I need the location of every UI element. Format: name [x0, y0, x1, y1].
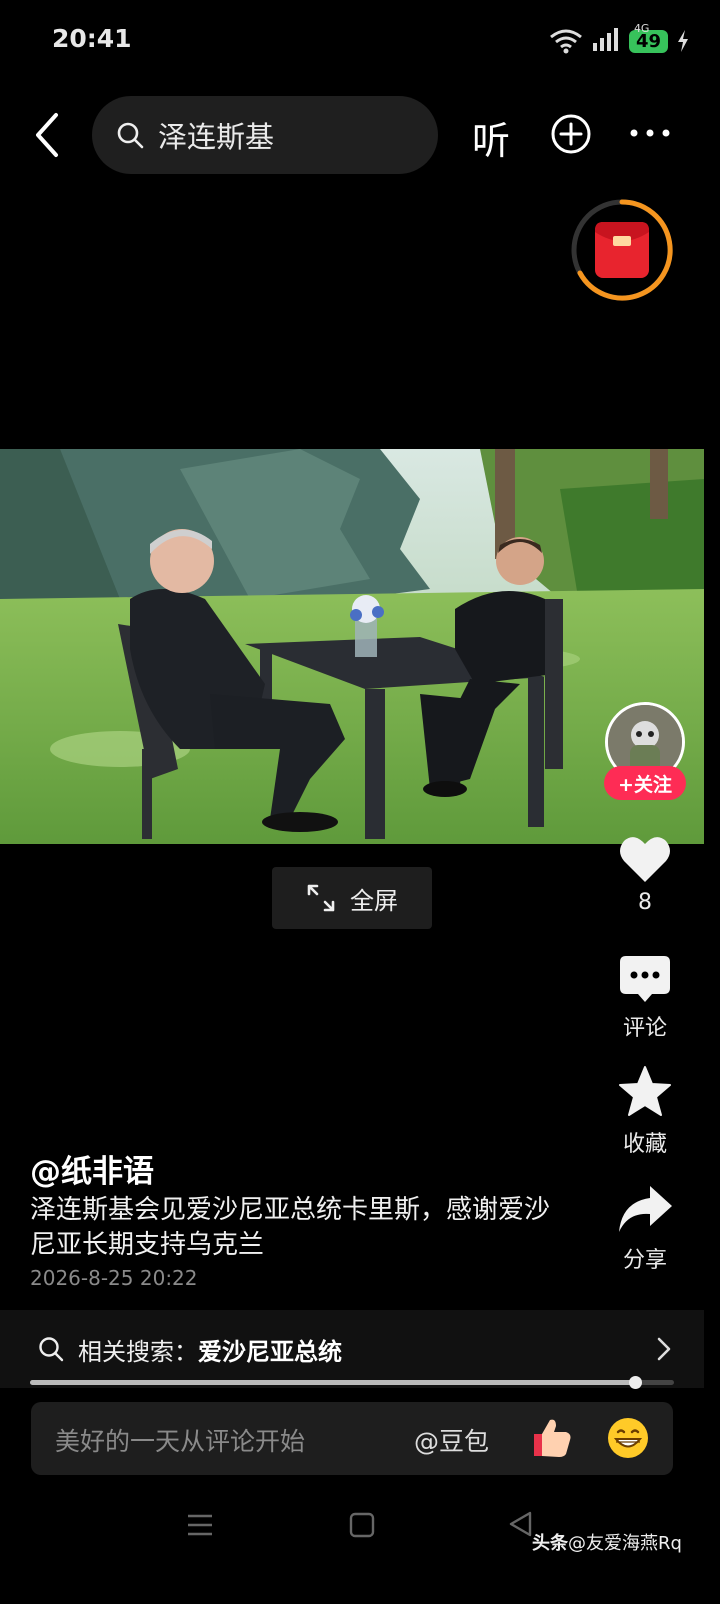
- like-button[interactable]: 8: [608, 834, 682, 915]
- video-progress-bar[interactable]: [30, 1376, 674, 1389]
- menu-nav-icon[interactable]: [186, 1512, 214, 1538]
- thumbs-up-emoji-icon[interactable]: [528, 1414, 574, 1460]
- chevron-right-icon: [657, 1337, 671, 1361]
- star-icon: [619, 1066, 671, 1116]
- network-type: 4G: [633, 22, 650, 35]
- author-name[interactable]: @纸非语: [30, 1146, 154, 1191]
- favorite-button[interactable]: 收藏: [608, 1064, 682, 1158]
- search-icon: [117, 122, 144, 149]
- comment-label: 评论: [622, 1016, 667, 1041]
- fullscreen-label: 全屏: [350, 886, 398, 915]
- more-button[interactable]: [628, 118, 672, 148]
- video-frame-image: [0, 449, 704, 844]
- post-title: 泽连斯基会见爱沙尼亚总统卡里斯，感谢爱沙尼亚长期支持乌克兰: [30, 1195, 551, 1260]
- heart-icon: [620, 837, 670, 882]
- grinning-emoji-icon[interactable]: [606, 1416, 650, 1460]
- share-button[interactable]: 分享: [608, 1182, 682, 1274]
- comment-button[interactable]: 评论: [608, 954, 682, 1042]
- status-time: 20:41: [52, 24, 132, 53]
- home-nav-icon[interactable]: [349, 1512, 375, 1538]
- watermark-brand: 头条: [532, 1533, 568, 1554]
- search-query: 泽连斯基: [158, 120, 275, 154]
- share-arrow-icon: [619, 1186, 672, 1232]
- expand-icon: [307, 884, 335, 912]
- follow-button[interactable]: +关注: [604, 766, 686, 800]
- post-date: 2026-8-25 20:22: [30, 1266, 198, 1290]
- share-label: 分享: [622, 1248, 667, 1273]
- fullscreen-button[interactable]: 全屏: [272, 867, 432, 929]
- like-count: 8: [638, 890, 652, 915]
- back-button[interactable]: [28, 110, 68, 160]
- watermark-handle: @友爱海燕Rq: [568, 1533, 682, 1554]
- related-search-bar[interactable]: 相关搜索：爱沙尼亚总统: [0, 1310, 704, 1388]
- signal-icon: [592, 28, 618, 51]
- red-packet-button[interactable]: [570, 198, 674, 302]
- related-search-prefix: 相关搜索：: [78, 1337, 198, 1366]
- charging-icon: [678, 30, 688, 52]
- listen-button[interactable]: 听: [472, 110, 510, 165]
- comment-bubble-icon: [620, 956, 670, 1002]
- add-button[interactable]: [550, 113, 592, 155]
- back-nav-icon[interactable]: [508, 1510, 532, 1538]
- comment-bar: 美好的一天从评论开始 @豆包: [31, 1402, 673, 1475]
- more-dots-icon: [630, 129, 670, 137]
- video-player[interactable]: [0, 449, 704, 844]
- chevron-left-icon: [36, 113, 58, 157]
- related-search-text: 相关搜索：爱沙尼亚总统: [78, 1332, 342, 1367]
- search-bar[interactable]: 泽连斯基: [92, 96, 438, 174]
- status-icons: 4G 49: [549, 22, 690, 56]
- mention-doubao-button[interactable]: @豆包: [414, 1422, 489, 1458]
- favorite-label: 收藏: [622, 1132, 667, 1157]
- search-icon: [39, 1337, 64, 1362]
- red-envelope-icon: [571, 199, 673, 301]
- status-bar: 20:41 4G 49: [0, 0, 720, 84]
- wifi-icon: [550, 29, 582, 54]
- related-search-term: 爱沙尼亚总统: [198, 1337, 342, 1366]
- comment-input[interactable]: 美好的一天从评论开始: [55, 1422, 305, 1458]
- progress-fill: [30, 1380, 636, 1385]
- watermark: 头条@友爱海燕Rq: [532, 1529, 682, 1555]
- plus-circle-icon: [551, 114, 591, 154]
